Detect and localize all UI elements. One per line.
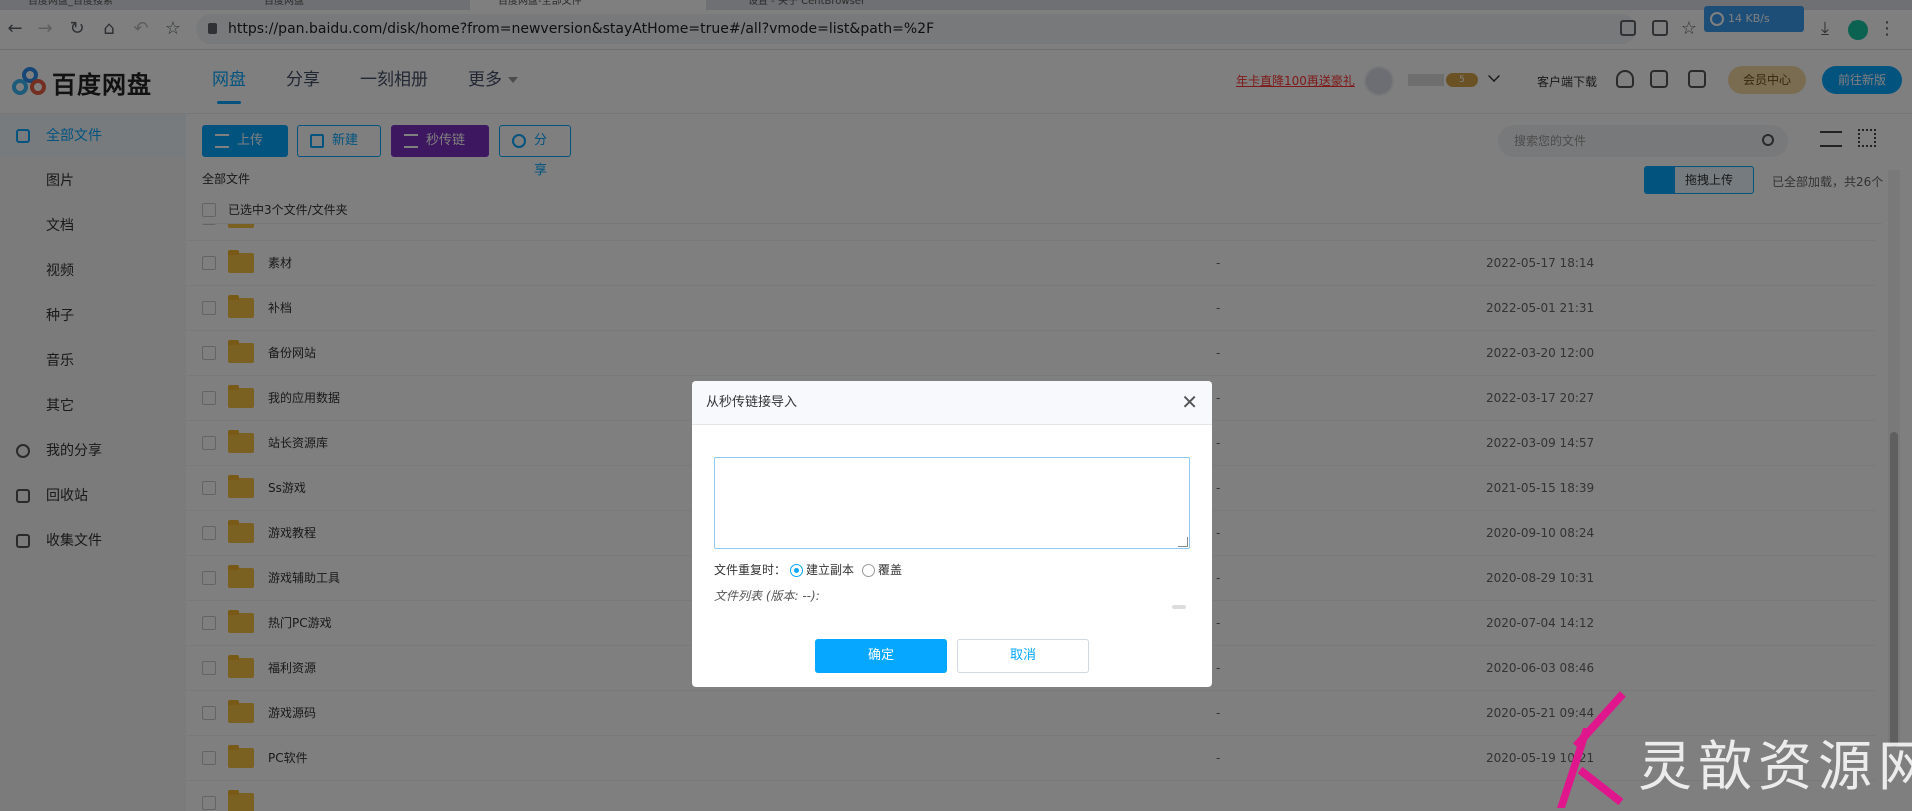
resize-handle[interactable] [1178,537,1188,547]
watermark-text: 灵歆资源网 [1638,735,1912,798]
close-icon[interactable]: ✕ [1181,391,1198,413]
duplicate-label: 文件重复时： [714,563,787,577]
dialog-header: 从秒传链接导入 ✕ [692,381,1212,425]
cancel-button[interactable]: 取消 [957,639,1089,673]
confirm-button[interactable]: 确定 [815,639,947,673]
dialog-title: 从秒传链接导入 [706,395,798,410]
duplicate-option-row: 文件重复时： 建立副本 覆盖 [714,561,902,579]
radio-overwrite[interactable] [862,563,876,577]
radio-create-copy-label[interactable]: 建立副本 [806,561,854,579]
file-list-version: 文件列表 (版本: --): [714,589,820,603]
watermark-logo-icon [1552,691,1632,808]
sec-link-import-dialog: 从秒传链接导入 ✕ 文件重复时： 建立副本 覆盖 文件列表 (版本: --): … [692,381,1212,687]
sec-link-textarea[interactable] [714,457,1190,549]
radio-create-copy[interactable] [790,563,804,577]
radio-overwrite-label[interactable]: 覆盖 [878,561,902,579]
mini-scroll-indicator [1172,605,1186,609]
watermark: 灵歆资源网 [1552,691,1912,811]
